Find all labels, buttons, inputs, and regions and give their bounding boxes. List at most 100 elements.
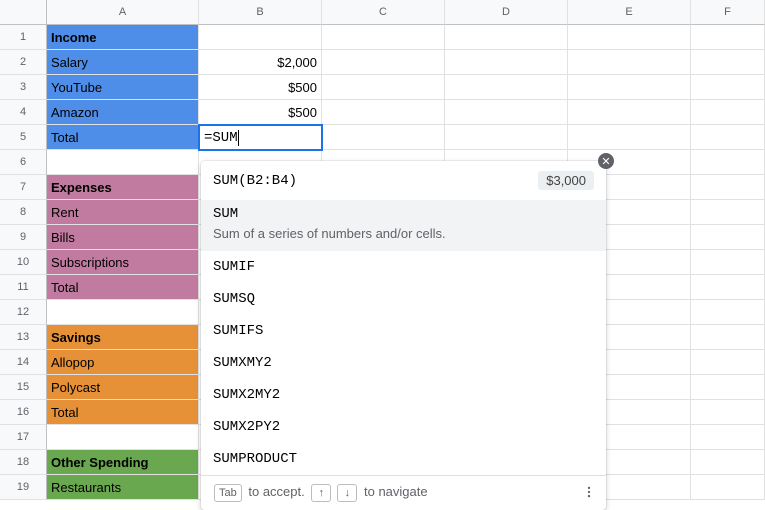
suggestion-item[interactable]: SUMIFS — [201, 315, 606, 347]
row-header-18[interactable]: 18 — [0, 450, 47, 475]
cell-F10[interactable] — [691, 250, 765, 275]
row-header-8[interactable]: 8 — [0, 200, 47, 225]
cell-A15[interactable]: Polycast — [47, 375, 199, 400]
suggestion-selected[interactable]: SUM Sum of a series of numbers and/or ce… — [201, 200, 606, 251]
cell-F18[interactable] — [691, 450, 765, 475]
row-header-11[interactable]: 11 — [0, 275, 47, 300]
cell-A13[interactable]: Savings — [47, 325, 199, 350]
close-icon[interactable]: ✕ — [598, 153, 614, 169]
row-header-3[interactable]: 3 — [0, 75, 47, 100]
cell-D4[interactable] — [445, 100, 568, 125]
cell-F19[interactable] — [691, 475, 765, 500]
cell-F13[interactable] — [691, 325, 765, 350]
row-header-9[interactable]: 9 — [0, 225, 47, 250]
more-options-icon[interactable] — [582, 485, 596, 502]
cell-A19[interactable]: Restaurants — [47, 475, 199, 500]
cell-A11[interactable]: Total — [47, 275, 199, 300]
cell-A5[interactable]: Total — [47, 125, 199, 150]
row-header-19[interactable]: 19 — [0, 475, 47, 500]
row-header-2[interactable]: 2 — [0, 50, 47, 75]
cell-F17[interactable] — [691, 425, 765, 450]
suggestion-formula: SUM(B2:B4) — [213, 173, 297, 189]
cell-A8[interactable]: Rent — [47, 200, 199, 225]
suggestion-item[interactable]: SUMX2MY2 — [201, 379, 606, 411]
cell-E5[interactable] — [568, 125, 691, 150]
suggestion-item[interactable]: SUMXMY2 — [201, 347, 606, 379]
cell-D2[interactable] — [445, 50, 568, 75]
cell-F7[interactable] — [691, 175, 765, 200]
cell-D1[interactable] — [445, 25, 568, 50]
cell-F4[interactable] — [691, 100, 765, 125]
cell-E1[interactable] — [568, 25, 691, 50]
suggestion-name: SUM — [213, 206, 594, 222]
cell-A18[interactable]: Other Spending — [47, 450, 199, 475]
cell-E2[interactable] — [568, 50, 691, 75]
cell-A4[interactable]: Amazon — [47, 100, 199, 125]
cell-B4[interactable]: $500 — [199, 100, 322, 125]
cell-A2[interactable]: Salary — [47, 50, 199, 75]
cell-B2[interactable]: $2,000 — [199, 50, 322, 75]
cell-F16[interactable] — [691, 400, 765, 425]
cell-A16[interactable]: Total — [47, 400, 199, 425]
col-header-B[interactable]: B — [199, 0, 322, 25]
cell-F3[interactable] — [691, 75, 765, 100]
cell-E3[interactable] — [568, 75, 691, 100]
row-header-7[interactable]: 7 — [0, 175, 47, 200]
row-header-4[interactable]: 4 — [0, 100, 47, 125]
row-header-12[interactable]: 12 — [0, 300, 47, 325]
cell-C5[interactable] — [322, 125, 445, 150]
cell-F12[interactable] — [691, 300, 765, 325]
col-header-E[interactable]: E — [568, 0, 691, 25]
cell-A17[interactable] — [47, 425, 199, 450]
suggestion-item[interactable]: SUMIF — [201, 251, 606, 283]
row-header-6[interactable]: 6 — [0, 150, 47, 175]
col-header-F[interactable]: F — [691, 0, 765, 25]
cell-F14[interactable] — [691, 350, 765, 375]
cell-A3[interactable]: YouTube — [47, 75, 199, 100]
cell-F5[interactable] — [691, 125, 765, 150]
row-header-14[interactable]: 14 — [0, 350, 47, 375]
cell-F9[interactable] — [691, 225, 765, 250]
row-header-10[interactable]: 10 — [0, 250, 47, 275]
row-header-17[interactable]: 17 — [0, 425, 47, 450]
text-caret — [238, 130, 239, 146]
cell-F15[interactable] — [691, 375, 765, 400]
cell-A10[interactable]: Subscriptions — [47, 250, 199, 275]
cell-F8[interactable] — [691, 200, 765, 225]
cell-E4[interactable] — [568, 100, 691, 125]
cell-C1[interactable] — [322, 25, 445, 50]
col-header-A[interactable]: A — [47, 0, 199, 25]
row-header-5[interactable]: 5 — [0, 125, 47, 150]
suggestion-preview: $3,000 — [538, 171, 594, 190]
cell-A1[interactable]: Income — [47, 25, 199, 50]
cell-B1[interactable] — [199, 25, 322, 50]
suggestion-smart-fill[interactable]: SUM(B2:B4) $3,000 — [201, 161, 606, 200]
select-all-corner[interactable] — [0, 0, 47, 25]
cell-D3[interactable] — [445, 75, 568, 100]
row-header-16[interactable]: 16 — [0, 400, 47, 425]
row-header-13[interactable]: 13 — [0, 325, 47, 350]
suggestion-item[interactable]: SUMSQ — [201, 283, 606, 315]
row-header-15[interactable]: 15 — [0, 375, 47, 400]
suggestion-item[interactable]: SUMPRODUCT — [201, 443, 606, 475]
col-header-D[interactable]: D — [445, 0, 568, 25]
cell-F2[interactable] — [691, 50, 765, 75]
cell-F1[interactable] — [691, 25, 765, 50]
suggestion-item[interactable]: SUMX2PY2 — [201, 411, 606, 443]
cell-F6[interactable] — [691, 150, 765, 175]
cell-B3[interactable]: $500 — [199, 75, 322, 100]
cell-B5-active[interactable]: =SUM — [198, 124, 323, 151]
cell-A12[interactable] — [47, 300, 199, 325]
cell-F11[interactable] — [691, 275, 765, 300]
cell-A7[interactable]: Expenses — [47, 175, 199, 200]
cell-D5[interactable] — [445, 125, 568, 150]
formula-input[interactable]: =SUM — [204, 130, 238, 146]
row-header-1[interactable]: 1 — [0, 25, 47, 50]
cell-C3[interactable] — [322, 75, 445, 100]
cell-C2[interactable] — [322, 50, 445, 75]
cell-C4[interactable] — [322, 100, 445, 125]
col-header-C[interactable]: C — [322, 0, 445, 25]
cell-A9[interactable]: Bills — [47, 225, 199, 250]
cell-A14[interactable]: Allopop — [47, 350, 199, 375]
cell-A6[interactable] — [47, 150, 199, 175]
